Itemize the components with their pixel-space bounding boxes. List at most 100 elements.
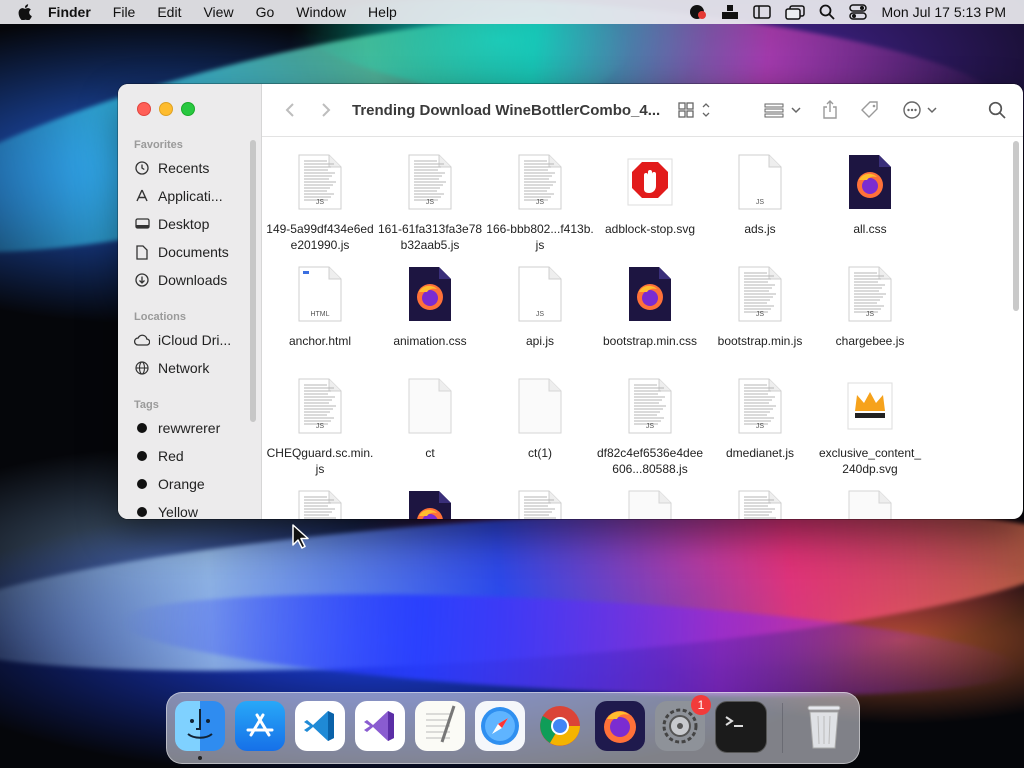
apple-logo-icon[interactable] [18,4,34,20]
sidebar-tag-red[interactable]: Red [134,444,250,468]
file-item[interactable]: ct [376,375,484,461]
dock-chrome[interactable] [535,701,585,751]
sidebar-tag-yellow[interactable]: Yellow [134,500,250,519]
file-item[interactable] [376,487,484,519]
file-name: all.css [853,222,887,236]
file-item[interactable] [596,487,704,519]
menu-go[interactable]: Go [256,4,275,20]
share-button[interactable] [822,98,838,122]
sidebar-item-recents[interactable]: Recents [134,156,250,180]
chrome-icon [540,706,580,746]
dock-trash[interactable] [799,701,849,751]
file-item[interactable]: animation.css [376,263,484,349]
file-item[interactable]: JS 166-bbb802...f413b.js [486,151,594,253]
dock-finder[interactable] [175,701,225,751]
dock-vscode[interactable] [295,701,345,751]
content-scrollbar[interactable] [1013,141,1019,311]
sidebar-item-network[interactable]: Network [134,356,250,380]
spotlight-search-icon[interactable] [819,4,836,20]
dock-visual-studio[interactable] [355,701,405,751]
menu-file[interactable]: File [113,4,136,20]
menubar-clock[interactable]: Mon Jul 17 5:13 PM [881,4,1006,20]
file-name: bootstrap.min.js [717,334,803,348]
chevron-right-icon [322,103,331,117]
search-button[interactable] [988,98,1006,122]
sidebar-item-label: Downloads [158,272,228,288]
view-icons-button[interactable] [678,98,712,122]
svg-text:JS: JS [536,311,545,318]
minimize-button[interactable] [159,102,173,116]
dock-terminal[interactable] [715,701,767,753]
more-actions-button[interactable] [902,98,938,122]
finder-toolbar: Trending Download WineBottlerCombo_4... [262,84,1023,137]
group-by-button[interactable] [764,98,802,122]
js-doc-icon: JS [294,375,346,437]
menu-finder[interactable]: Finder [48,4,91,20]
js-blank-icon: JS [734,151,786,213]
status-app-icon[interactable] [689,4,707,20]
control-center-icon[interactable] [849,4,868,20]
menu-view[interactable]: View [203,4,233,20]
dock-app-store[interactable] [235,701,285,751]
dock-firefox[interactable] [595,701,645,751]
status-download-icon[interactable] [721,4,739,20]
file-name: chargebee.js [835,334,905,348]
file-item[interactable]: JS bootstrap.min.js [706,263,814,349]
menu-edit[interactable]: Edit [157,4,181,20]
terminal-icon [725,716,743,727]
sidebar-item-label: iCloud Dri... [158,332,232,348]
sidebar-tag-orange[interactable]: Orange [134,472,250,496]
file-item[interactable]: adblock-stop.svg [596,151,704,237]
dock-safari[interactable] [475,701,525,751]
status-list-icon[interactable] [753,4,772,20]
menu-window[interactable]: Window [296,4,346,20]
file-item[interactable]: JS 149-5a99df434e6ede201990.js [266,151,374,253]
finder-icon [187,709,213,739]
file-item[interactable] [816,487,924,519]
dock: 1 [166,692,860,764]
sidebar-item-desktop[interactable]: Desktop [134,212,250,236]
share-icon [823,100,837,119]
file-item[interactable]: JS [706,487,814,519]
js-doc-icon: JS [514,151,566,213]
file-item[interactable]: JS ads.js [706,151,814,237]
status-windows-icon[interactable] [785,4,806,20]
file-item[interactable]: JS dmedianet.js [706,375,814,461]
zoom-button[interactable] [181,102,195,116]
file-item[interactable]: JS api.js [486,263,594,349]
file-item[interactable]: JS chargebee.js [816,263,924,349]
sidebar-item-applications[interactable]: Applicati... [134,184,250,208]
sidebar-item-documents[interactable]: Documents [134,240,250,264]
file-item[interactable]: all.css [816,151,924,237]
file-item[interactable]: bootstrap.min.css [596,263,704,349]
tag-dot-icon [137,451,147,461]
forward-button[interactable] [314,98,338,122]
file-item[interactable]: ct(1) [486,375,594,461]
back-button[interactable] [278,98,302,122]
firefox-doc-icon [404,263,456,325]
close-button[interactable] [137,102,151,116]
sidebar-scrollbar[interactable] [250,140,256,422]
sidebar-item-icloud[interactable]: iCloud Dri... [134,328,250,352]
sidebar-item-downloads[interactable]: Downloads [134,268,250,292]
tag-icon [861,101,878,118]
dock-separator [782,703,783,753]
dock-textedit[interactable] [415,701,465,751]
file-item[interactable]: JS 161-61fa313fa3e78b32aab5.js [376,151,484,253]
group-grid-icon [764,103,801,118]
file-item[interactable]: exclusive_content_240dp.svg [816,375,924,477]
sidebar-tag-rewwrerer[interactable]: rewwrerer [134,416,250,440]
file-item[interactable]: JS [486,487,594,519]
file-item[interactable]: JS df82c4ef6536e4dee606...80588.js [596,375,704,477]
file-item[interactable]: JS CHEQguard.sc.min.js [266,375,374,477]
svg-text:JS: JS [646,423,655,430]
firefox-doc-icon [844,151,896,213]
file-item[interactable]: JS [266,487,374,519]
menu-help[interactable]: Help [368,4,397,20]
adblock-stop-icon [624,151,676,213]
dock-system-settings[interactable]: 1 [655,695,711,751]
window-title: Trending Download WineBottlerCombo_4... [352,101,661,119]
tag-button[interactable] [860,98,880,122]
file-item[interactable]: HTML anchor.html [266,263,374,349]
firefox-icon [604,711,636,743]
